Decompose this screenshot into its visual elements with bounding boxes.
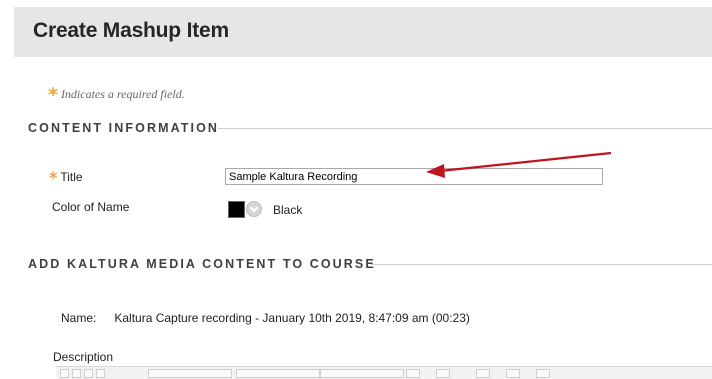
required-star-icon: *: [48, 84, 58, 106]
color-picker-chevron-icon[interactable]: [246, 201, 262, 217]
title-label-text: Title: [60, 170, 83, 184]
media-name-label: Name:: [61, 311, 97, 325]
section-divider: [218, 128, 712, 129]
editor-button[interactable]: [436, 369, 450, 378]
color-of-name-label: Color of Name: [52, 200, 130, 214]
editor-button[interactable]: [60, 369, 69, 378]
section-divider: [371, 264, 712, 265]
section-heading-content-information: CONTENT INFORMATION: [28, 121, 220, 135]
required-note-text: Indicates a required field.: [60, 87, 185, 101]
color-name-value: Black: [273, 203, 303, 217]
editor-toolbar: [56, 366, 712, 379]
editor-button[interactable]: [406, 369, 420, 378]
editor-button[interactable]: [72, 369, 81, 378]
page-title: Create Mashup Item: [33, 19, 229, 42]
editor-button[interactable]: [96, 369, 105, 378]
media-name-value: Kaltura Capture recording - January 10th…: [114, 311, 470, 325]
editor-button[interactable]: [536, 369, 550, 378]
editor-button[interactable]: [84, 369, 93, 378]
title-input[interactable]: [225, 168, 603, 185]
title-label: * Title: [49, 168, 83, 187]
editor-dropdown[interactable]: [236, 369, 320, 378]
editor-dropdown[interactable]: [320, 369, 404, 378]
media-name-row: Name: Kaltura Capture recording - January…: [61, 311, 470, 325]
required-star-icon: *: [49, 168, 58, 187]
editor-button[interactable]: [476, 369, 490, 378]
section-heading-add-kaltura: ADD KALTURA MEDIA CONTENT TO COURSE: [28, 257, 376, 271]
page-header: Create Mashup Item: [14, 7, 712, 57]
color-swatch[interactable]: [228, 201, 245, 218]
description-label: Description: [53, 350, 114, 364]
editor-button[interactable]: [506, 369, 520, 378]
required-field-note: * Indicates a required field.: [48, 84, 185, 106]
editor-dropdown[interactable]: [148, 369, 232, 378]
